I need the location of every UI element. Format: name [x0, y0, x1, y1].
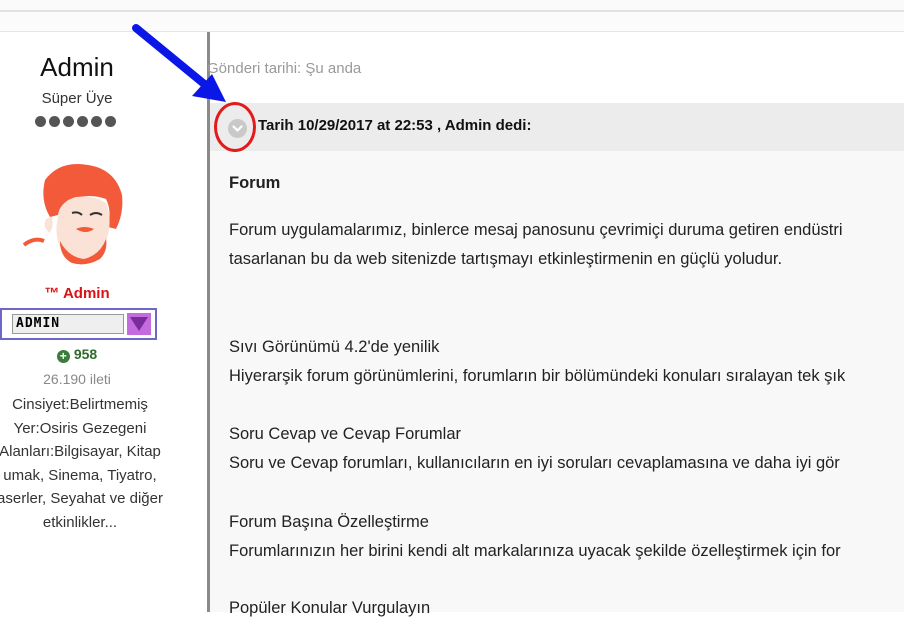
- quote-paragraph-line: Forum uygulamalarımız, binlerce mesaj pa…: [229, 221, 843, 239]
- user-info-line: Cinsiyet:Belirtmemiş: [12, 396, 148, 413]
- rank-label: ™ Admin: [44, 285, 110, 302]
- reputation: +958: [0, 346, 154, 363]
- top-bar: [0, 0, 904, 12]
- rank-pip: [91, 116, 102, 127]
- rank-pip: [35, 116, 46, 127]
- badge-frame: ADMIN: [12, 314, 124, 334]
- user-info: Cinsiyet:Belirtmemiş Yer:Osiris Gezegeni…: [0, 393, 190, 534]
- reputation-value: 958: [73, 346, 98, 362]
- annotation-ring: [214, 102, 256, 152]
- annotation-arrow-icon: [132, 24, 226, 102]
- rank-pip: [63, 116, 74, 127]
- chevron-down-icon: [127, 313, 151, 335]
- user-info-line: etkinlikler...: [42, 513, 118, 531]
- section-title: Popüler Konular Vurgulayın: [229, 599, 431, 617]
- user-info-line: aserler, Seyahat ve diğer: [0, 490, 163, 507]
- post-count: 26.190 ileti: [43, 371, 111, 387]
- plus-icon: +: [56, 350, 70, 363]
- rank-pip: [49, 116, 60, 127]
- section-title: Sıvı Görünümü 4.2'de yenilik: [229, 338, 440, 356]
- user-info-line: Alanları:Bilgisayar, Kitap: [0, 443, 161, 460]
- user-info-line: umak, Sinema, Tiyatro,: [3, 466, 157, 484]
- quote-paragraph-line: tasarlanan bu da web sitenizde tartışmay…: [229, 250, 783, 268]
- quote-block: [210, 103, 904, 612]
- section-title: Forum Başına Özelleştirme: [229, 513, 429, 531]
- rank-pip: [105, 116, 116, 127]
- quote-author-line: Tarih 10/29/2017 at 22:53 , Admin dedi:: [258, 117, 532, 134]
- admin-badge: ADMIN: [0, 308, 157, 340]
- section-text: Forumlarınızın her birini kendi alt mark…: [229, 542, 841, 560]
- quote-heading: Forum: [229, 174, 281, 192]
- rank-pip: [77, 116, 88, 127]
- section-text: Hiyerarşik forum görünümlerini, forumlar…: [229, 367, 846, 385]
- avatar[interactable]: [20, 155, 130, 267]
- user-info-line: Yer:Osiris Gezegeni: [13, 419, 147, 437]
- badge-text: ADMIN: [16, 316, 61, 331]
- section-text: Soru ve Cevap forumları, kullanıcıların …: [229, 454, 840, 472]
- section-title: Soru Cevap ve Cevap Forumlar: [229, 425, 462, 443]
- rank-pips: [35, 116, 116, 127]
